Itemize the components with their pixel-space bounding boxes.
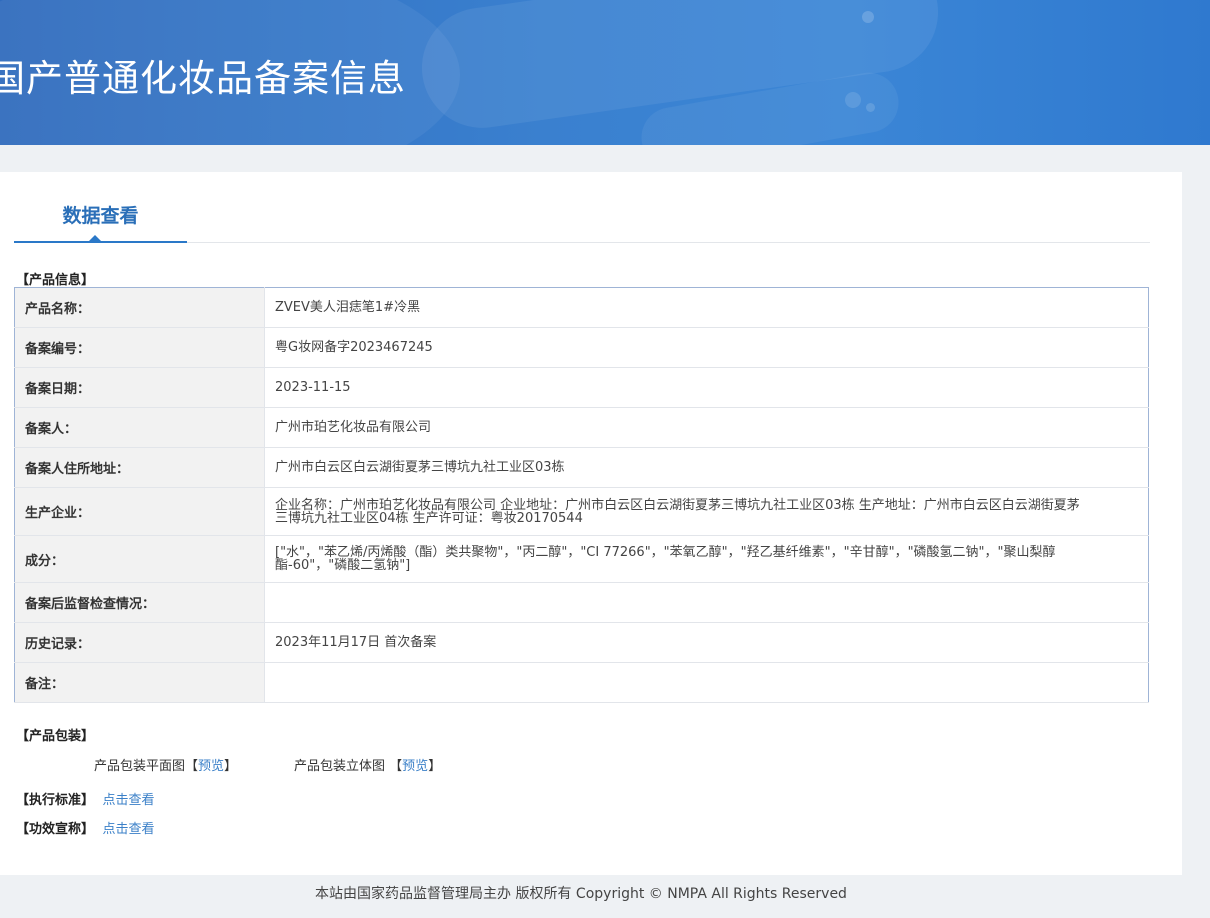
field-value (264, 582, 1149, 623)
field-label: 成分： (14, 535, 265, 583)
product-info-heading: 【产品信息】 (16, 273, 95, 288)
field-label: 备案人住所地址： (14, 447, 265, 488)
table-row: 备案后监督检查情况： (14, 582, 1149, 623)
header-decoration (845, 92, 861, 108)
table-row: 备案人： 广州市珀艺化妆品有限公司 (14, 407, 1149, 448)
table-row: 成分： ["水"，"苯乙烯/丙烯酸（酯）类共聚物"，"丙二醇"，"CI 7726… (14, 535, 1149, 583)
product-info-table: 产品名称： ZVEV美人泪痣笔1#冷黑 备案编号： 粤G妆网备字20234672… (14, 287, 1149, 703)
field-label: 备案后监督检查情况： (14, 582, 265, 623)
table-row: 备案人住所地址： 广州市白云区白云湖街夏茅三博坑九社工业区03栋 (14, 447, 1149, 488)
field-label: 备案日期： (14, 367, 265, 408)
field-label: 生产企业： (14, 487, 265, 536)
footer-copyright: 本站由国家药品监督管理局主办 版权所有 Copyright © NMPA All… (315, 886, 847, 902)
field-value: 广州市珀艺化妆品有限公司 (264, 407, 1149, 448)
tab-label: 数据查看 (62, 205, 139, 227)
bracket-open: 【 (185, 759, 199, 774)
tab-data-view[interactable]: 数据查看 (14, 172, 187, 243)
efficacy-label: 【功效宣称】 (16, 822, 95, 837)
field-label: 备注： (14, 662, 265, 703)
packaging-heading: 【产品包装】 (16, 729, 95, 744)
field-value: ZVEV美人泪痣笔1#冷黑 (264, 287, 1149, 328)
field-value: ["水"，"苯乙烯/丙烯酸（酯）类共聚物"，"丙二醇"，"CI 77266"，"… (264, 535, 1149, 583)
field-label: 历史记录： (14, 622, 265, 663)
packaging-solid-item: 产品包装立体图 【预览】 (294, 755, 441, 774)
field-value: 企业名称：广州市珀艺化妆品有限公司 企业地址：广州市白云区白云湖街夏茅三博坑九社… (264, 487, 1149, 536)
efficacy-row: 【功效宣称】 点击查看 (16, 818, 155, 837)
field-value: 广州市白云区白云湖街夏茅三博坑九社工业区03栋 (264, 447, 1149, 488)
field-value (264, 662, 1149, 703)
page-header: 国产普通化妆品备案信息 (0, 0, 1210, 145)
packaging-flat-label: 产品包装平面图 (94, 759, 186, 774)
header-decoration (862, 11, 874, 23)
page-title: 国产普通化妆品备案信息 (0, 57, 406, 100)
table-row: 历史记录： 2023年11月17日 首次备案 (14, 622, 1149, 663)
bracket-close: 】 (428, 759, 442, 774)
bracket-close: 】 (224, 759, 238, 774)
tab-active-caret (89, 235, 101, 241)
standard-view-link[interactable]: 点击查看 (103, 793, 155, 808)
packaging-solid-label: 产品包装立体图 (294, 759, 386, 774)
table-row: 备注： (14, 662, 1149, 703)
tab-bar: 数据查看 (14, 172, 1150, 243)
packaging-flat-item: 产品包装平面图【预览】 (94, 755, 237, 774)
header-decoration (866, 103, 875, 112)
flat-preview-link[interactable]: 预览 (198, 759, 224, 774)
standard-label: 【执行标准】 (16, 793, 95, 808)
bracket-open: 【 (389, 759, 403, 774)
table-row: 产品名称： ZVEV美人泪痣笔1#冷黑 (14, 287, 1149, 328)
field-label: 备案编号： (14, 327, 265, 368)
field-label: 产品名称： (14, 287, 265, 328)
table-row: 备案日期： 2023-11-15 (14, 367, 1149, 408)
field-value: 2023年11月17日 首次备案 (264, 622, 1149, 663)
table-row: 备案编号： 粤G妆网备字2023467245 (14, 327, 1149, 368)
table-row: 生产企业： 企业名称：广州市珀艺化妆品有限公司 企业地址：广州市白云区白云湖街夏… (14, 487, 1149, 536)
solid-preview-link[interactable]: 预览 (402, 759, 428, 774)
field-value: 2023-11-15 (264, 367, 1149, 408)
content-panel: 数据查看 【产品信息】 产品名称： ZVEV美人泪痣笔1#冷黑 备案编号： 粤G… (0, 172, 1182, 875)
field-label: 备案人： (14, 407, 265, 448)
standard-row: 【执行标准】 点击查看 (16, 789, 155, 808)
field-value: 粤G妆网备字2023467245 (264, 327, 1149, 368)
efficacy-view-link[interactable]: 点击查看 (103, 822, 155, 837)
